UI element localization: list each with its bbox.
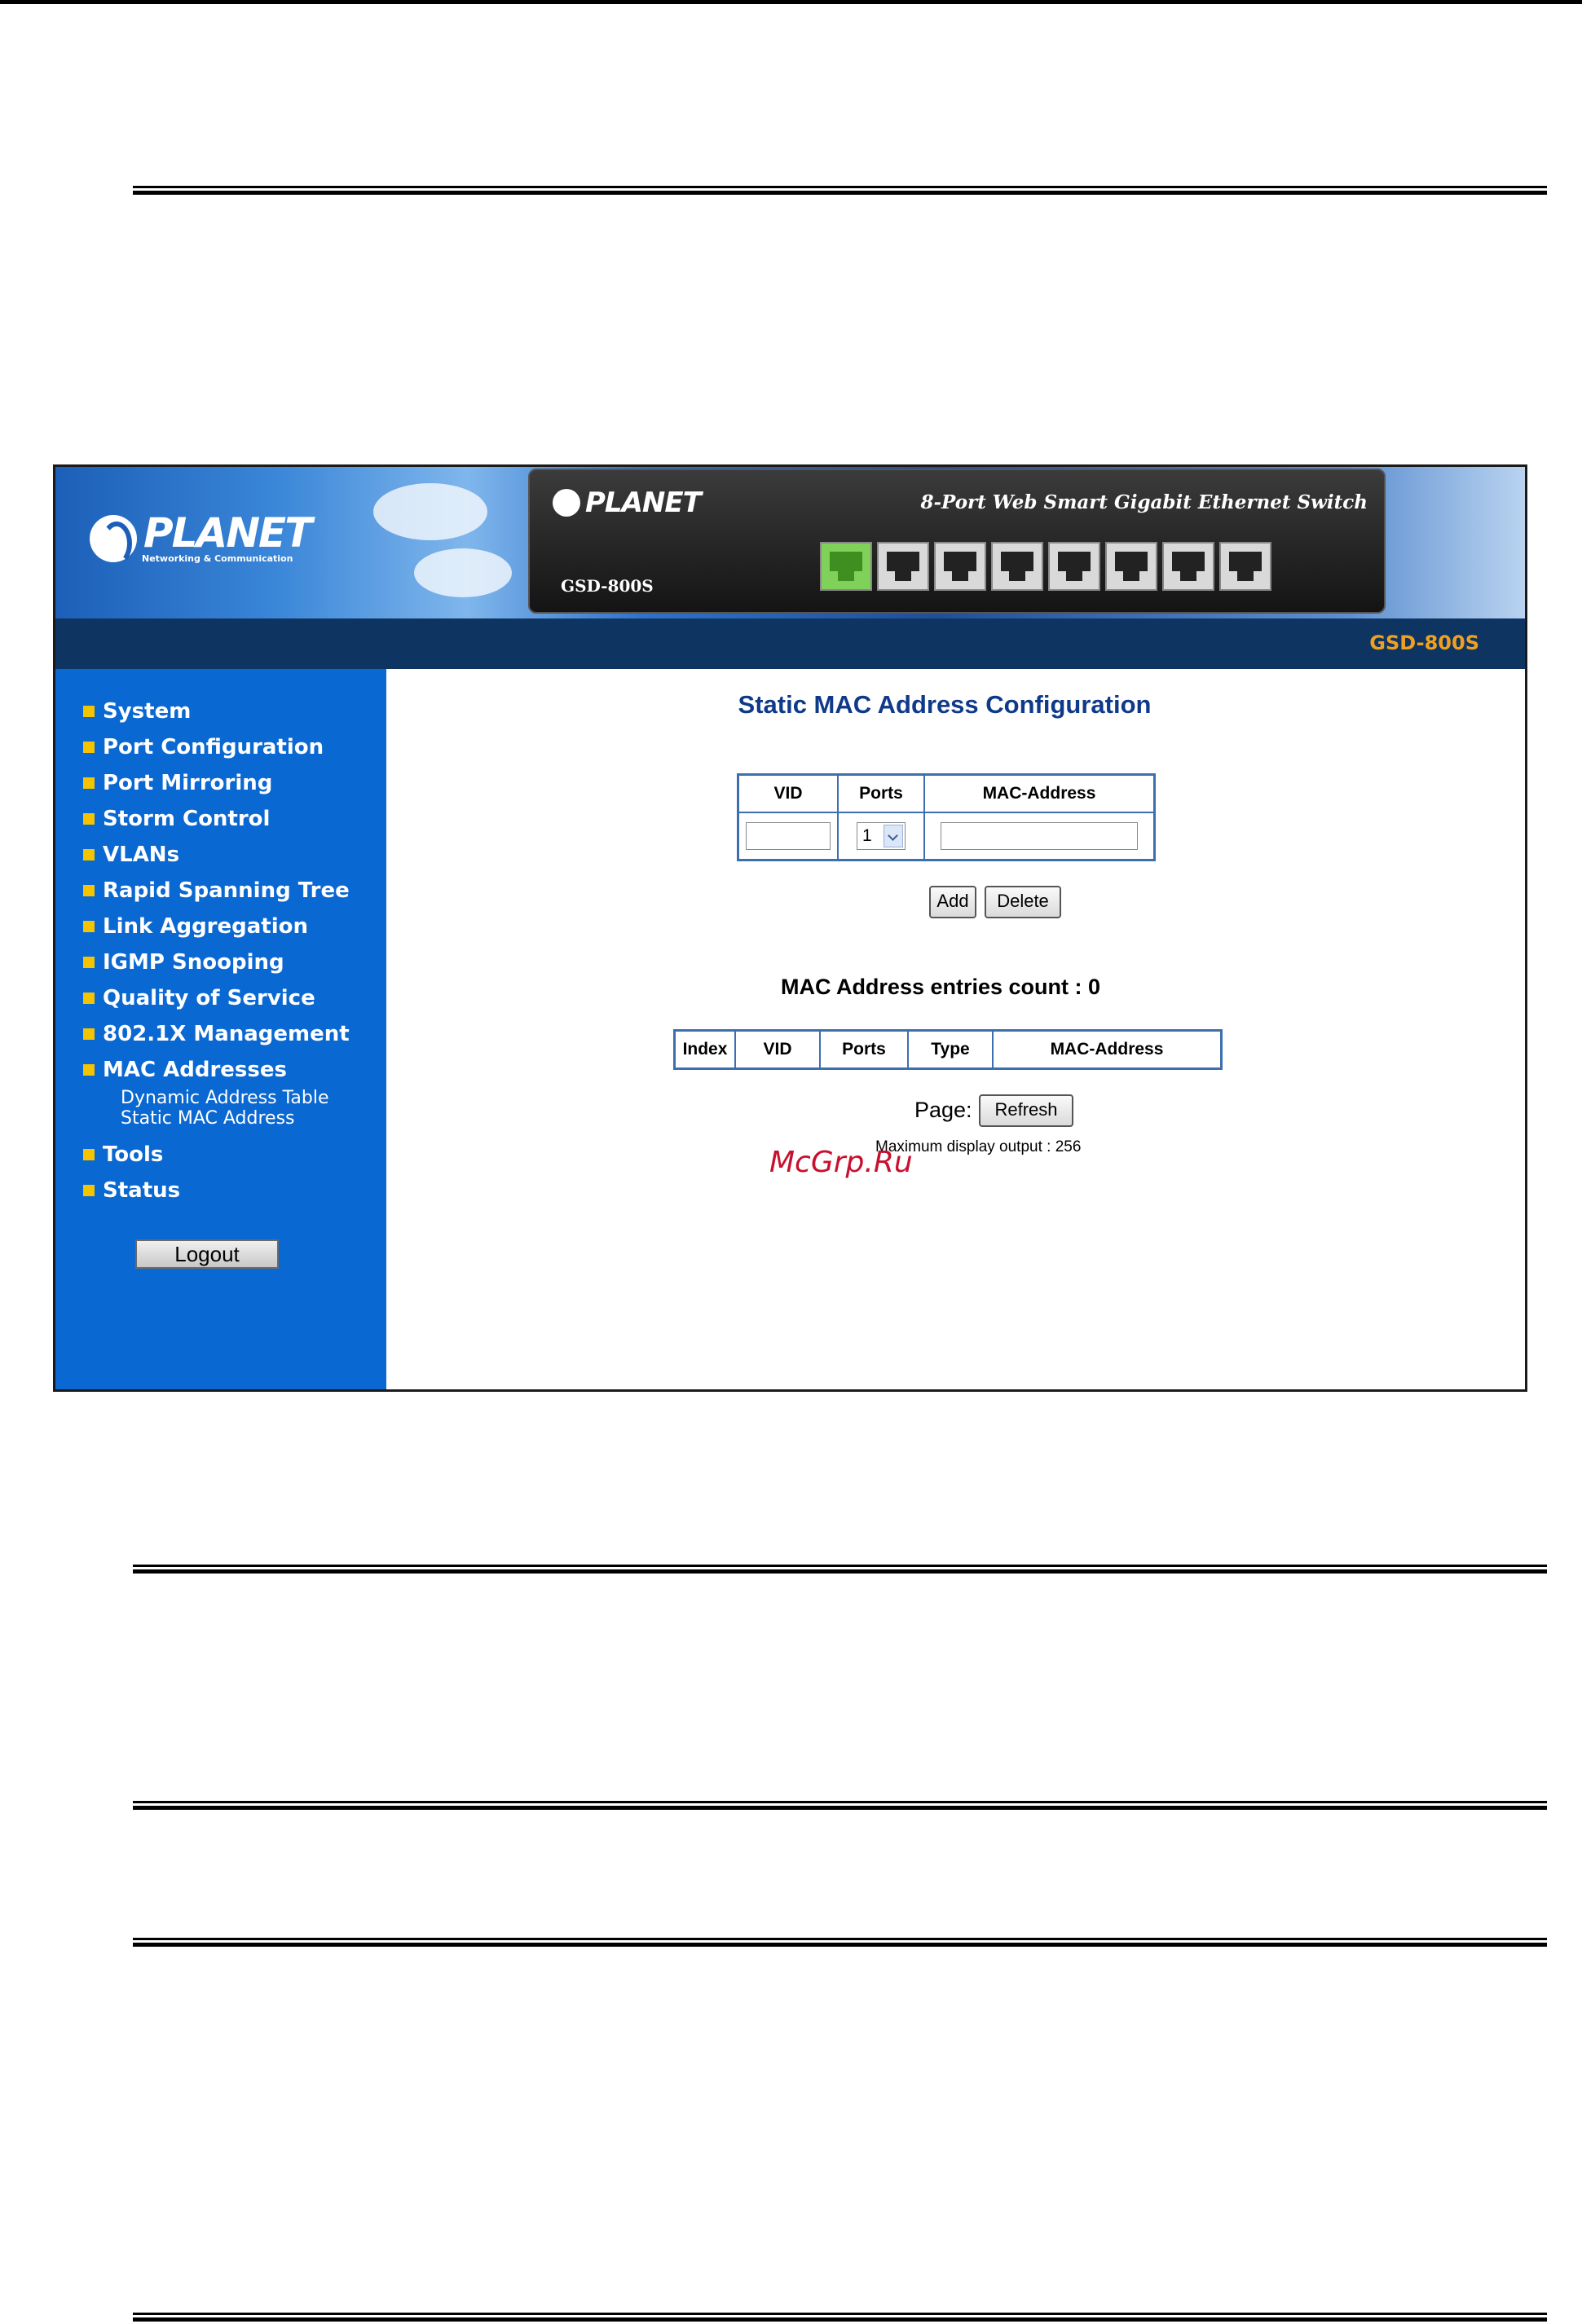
watermark-text: McGrp.Ru — [769, 1146, 913, 1179]
device-logo-icon — [553, 489, 580, 517]
section-rule — [133, 1565, 1547, 1574]
entries-count-text: MAC Address entries count : 0 — [780, 975, 1101, 999]
port-7-icon[interactable] — [1162, 542, 1214, 591]
planet-logo-tagline: Networking & Communication — [142, 553, 293, 564]
static-mac-config-table: VID Ports MAC-Address 1 — [737, 773, 1156, 861]
port-1-icon[interactable] — [820, 542, 872, 591]
column-header-ports: Ports — [819, 1029, 909, 1070]
sidebar-subitem-static-mac-address[interactable]: Static MAC Address — [121, 1108, 350, 1129]
port-3-icon[interactable] — [934, 542, 986, 591]
planet-logo: PLANET Networking & Communication — [90, 509, 312, 566]
column-header-vid: VID — [734, 1029, 821, 1070]
sidebar-item-port-configuration[interactable]: Port Configuration — [83, 729, 350, 765]
bullet-icon — [83, 849, 95, 860]
section-rule — [133, 1938, 1547, 1947]
bullet-icon — [83, 813, 95, 825]
chevron-down-icon[interactable] — [884, 825, 903, 847]
header-banner: PLANET Networking & Communication PLANET… — [55, 467, 1525, 618]
column-header-mac-address: MAC-Address — [923, 773, 1156, 813]
sidebar-item-system[interactable]: System — [83, 693, 350, 729]
bullet-icon — [83, 957, 95, 968]
port-5-icon[interactable] — [1048, 542, 1100, 591]
config-table-input-row: 1 — [737, 812, 1156, 861]
sidebar-subitem-dynamic-address-table[interactable]: Dynamic Address Table — [121, 1088, 350, 1108]
bullet-icon — [83, 742, 95, 753]
port-8-icon[interactable] — [1219, 542, 1271, 591]
device-model: GSD-800S — [561, 576, 654, 596]
port-panel — [820, 542, 1271, 591]
mac-entries-table: Index VID Ports Type MAC-Address — [673, 1029, 1223, 1070]
bullet-icon — [83, 777, 95, 789]
cloud-decoration — [373, 483, 487, 540]
planet-logo-icon — [90, 514, 137, 566]
sidebar-item-rapid-spanning-tree[interactable]: Rapid Spanning Tree — [83, 873, 350, 909]
column-header-index: Index — [673, 1029, 736, 1070]
page-title: Static MAC Address Configuration — [738, 690, 1152, 719]
sidebar-item-mac-addresses[interactable]: MAC Addresses — [83, 1052, 350, 1088]
section-rule — [133, 186, 1547, 195]
ports-select[interactable]: 1 — [857, 822, 906, 850]
sidebar-item-igmp-snooping[interactable]: IGMP Snooping — [83, 944, 350, 980]
port-6-icon[interactable] — [1105, 542, 1157, 591]
bullet-icon — [83, 885, 95, 896]
sidebar-item-vlans[interactable]: VLANs — [83, 837, 350, 873]
column-header-type: Type — [907, 1029, 994, 1070]
add-button[interactable]: Add — [929, 886, 976, 918]
sidebar-item-port-mirroring[interactable]: Port Mirroring — [83, 765, 350, 801]
column-header-vid: VID — [737, 773, 839, 813]
page-top-rule — [0, 0, 1582, 4]
bullet-icon — [83, 1064, 95, 1076]
config-table-header-row: VID Ports MAC-Address — [737, 773, 1156, 813]
page-label: Page: — [914, 1098, 972, 1122]
device-title: 8-Port Web Smart Gigabit Ethernet Switch — [920, 491, 1368, 513]
port-4-icon[interactable] — [991, 542, 1043, 591]
sidebar-item-storm-control[interactable]: Storm Control — [83, 801, 350, 837]
bullet-icon — [83, 1028, 95, 1040]
cloud-decoration — [414, 548, 512, 597]
main-content: Static MAC Address Configuration VID Por… — [386, 669, 1525, 1389]
sidebar-item-quality-of-service[interactable]: Quality of Service — [83, 980, 350, 1016]
section-rule — [133, 2313, 1547, 2322]
sidebar-item-link-aggregation[interactable]: Link Aggregation — [83, 909, 350, 944]
switch-device-panel: PLANET 8-Port Web Smart Gigabit Ethernet… — [528, 469, 1386, 614]
switch-web-ui-screenshot: PLANET Networking & Communication PLANET… — [53, 464, 1527, 1392]
sidebar-item-8021x-management[interactable]: 802.1X Management — [83, 1016, 350, 1052]
bullet-icon — [83, 1185, 95, 1196]
bullet-icon — [83, 706, 95, 717]
device-logo: PLANET — [553, 486, 702, 519]
bullet-icon — [83, 921, 95, 932]
vid-input[interactable] — [746, 822, 831, 850]
bar-model-label: GSD-800S — [1369, 632, 1479, 654]
bullet-icon — [83, 993, 95, 1004]
sidebar-item-tools[interactable]: Tools — [83, 1137, 350, 1173]
section-rule — [133, 1801, 1547, 1810]
model-bar: GSD-800S — [55, 618, 1525, 669]
mac-address-input[interactable] — [941, 822, 1138, 850]
column-header-ports: Ports — [837, 773, 925, 813]
delete-button[interactable]: Delete — [985, 886, 1061, 918]
sidebar-nav: System Port Configuration Port Mirroring… — [55, 669, 386, 1389]
sidebar-menu: System Port Configuration Port Mirroring… — [83, 693, 350, 1208]
refresh-button[interactable]: Refresh — [979, 1094, 1073, 1127]
planet-logo-text: PLANET — [143, 509, 312, 557]
sidebar-item-status[interactable]: Status — [83, 1173, 350, 1208]
entries-table-header-row: Index VID Ports Type MAC-Address — [673, 1029, 1223, 1070]
column-header-mac-address: MAC-Address — [992, 1029, 1223, 1070]
port-2-icon[interactable] — [877, 542, 929, 591]
logout-button[interactable]: Logout — [135, 1239, 279, 1269]
bullet-icon — [83, 1149, 95, 1160]
